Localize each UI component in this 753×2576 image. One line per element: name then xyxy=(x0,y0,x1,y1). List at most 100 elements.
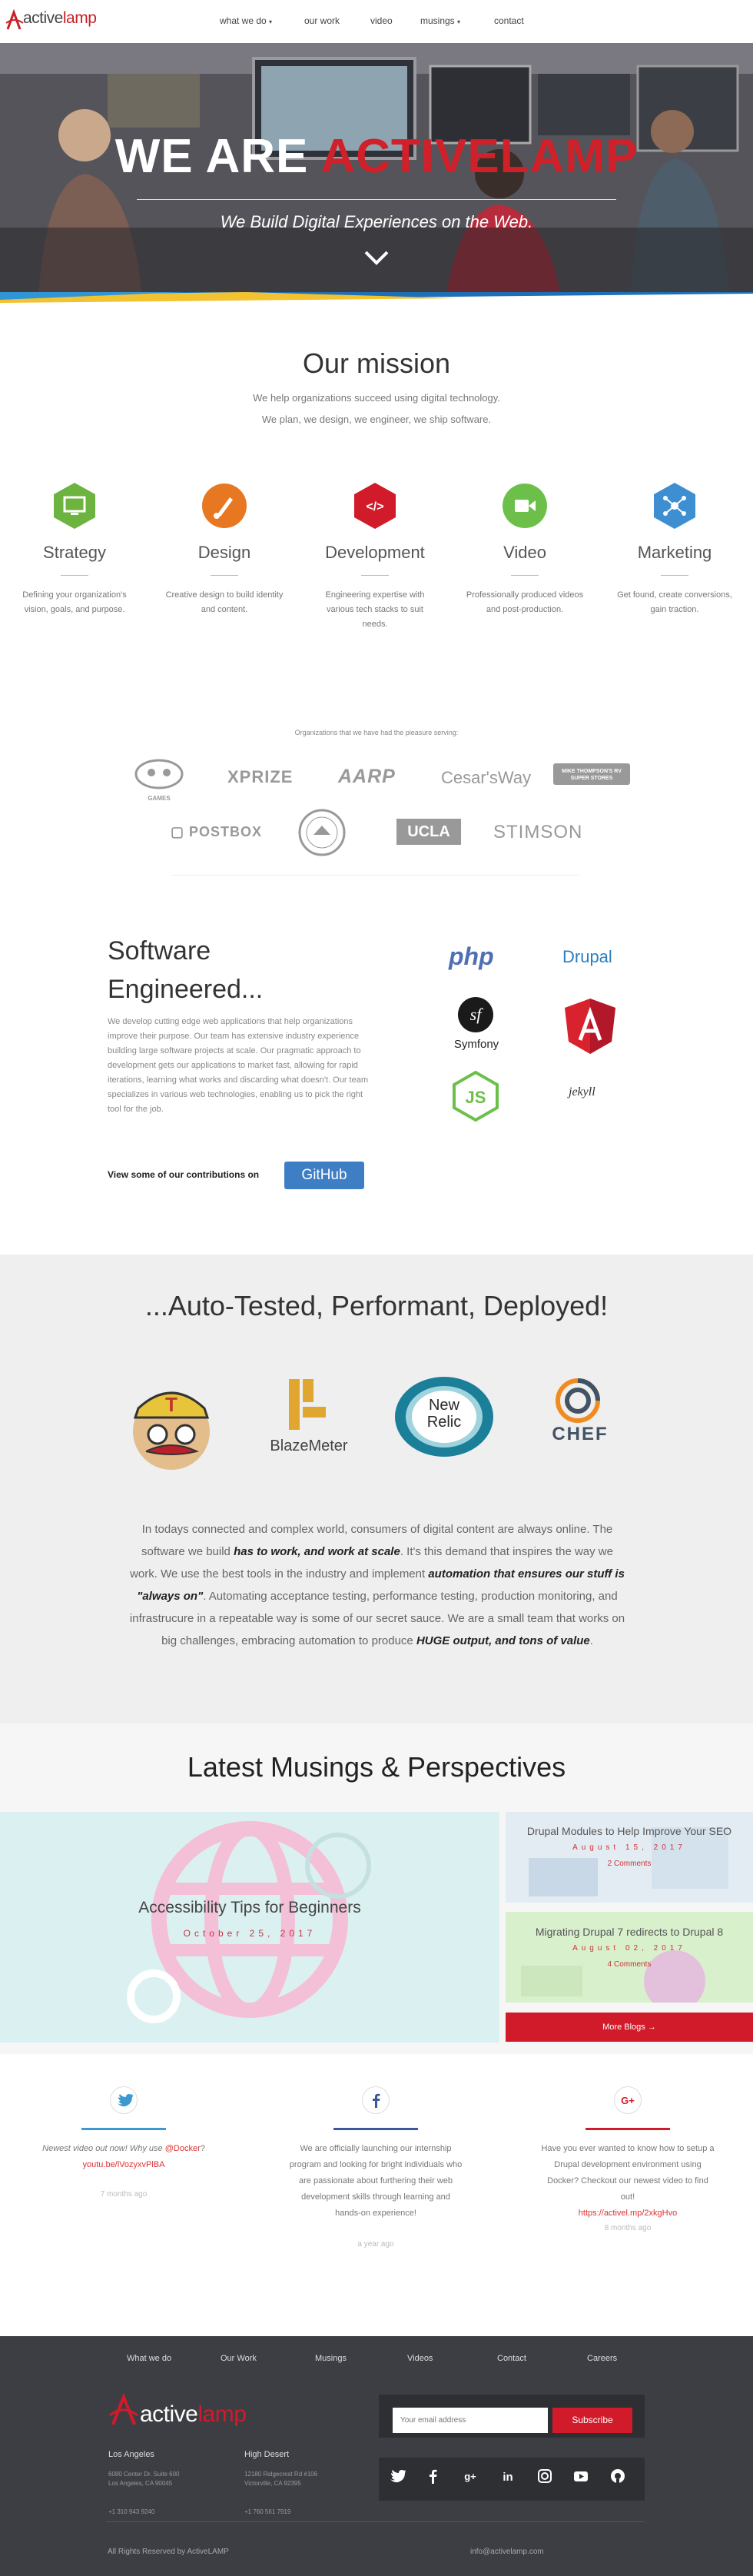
top-navbar: activelamp what we do ▾ our work video m… xyxy=(0,0,753,43)
network-icon xyxy=(654,483,695,529)
hero-title: WE ARE ACTIVELAMP xyxy=(0,129,753,184)
blog-featured-card[interactable] xyxy=(0,1812,499,2043)
google-plus-button[interactable]: G+ xyxy=(614,2086,642,2114)
address-line: 12180 Ridgecrest Rd #106 xyxy=(244,2471,318,2478)
tweet-text-part: ? xyxy=(200,2144,205,2153)
blog-side-comments-2[interactable]: 4 Comments xyxy=(506,1960,753,1969)
nav-what-we-do[interactable]: what we do ▾ xyxy=(220,15,272,26)
facebook-post-time: a year ago xyxy=(357,2240,394,2249)
footer-email-link[interactable]: info@activelamp.com xyxy=(470,2548,544,2556)
blog-side-title-1[interactable]: Drupal Modules to Help Improve Your SEO xyxy=(506,1825,753,1837)
orgs-label: Organizations that we have had the pleas… xyxy=(294,729,459,736)
google-plus-icon: G+ xyxy=(621,2095,635,2106)
automation-section xyxy=(0,1255,753,1723)
service-desc-strategy: Defining your organization's vision, goa… xyxy=(22,590,127,614)
github-icon[interactable] xyxy=(609,2468,626,2485)
facebook-button[interactable] xyxy=(362,2086,390,2114)
client-logo-xprize: XPRIZE xyxy=(227,767,294,786)
blazemeter-logo-icon xyxy=(289,1379,326,1430)
office-phone-los-angeles[interactable]: +1 310 943 9240 xyxy=(108,2508,154,2517)
footer-link-our-work[interactable]: Our Work xyxy=(221,2354,257,2363)
twitter-icon[interactable] xyxy=(389,2468,406,2485)
logo-text-active: active xyxy=(23,9,63,27)
facebook-accent-bar xyxy=(333,2128,418,2130)
divider xyxy=(61,575,88,576)
jekyll-logo: jekyll xyxy=(569,1085,595,1099)
nav-video[interactable]: video xyxy=(370,15,393,26)
divider xyxy=(511,575,539,576)
google-plus-icon[interactable]: g+ xyxy=(462,2468,479,2485)
office-phone-high-desert[interactable]: +1 760 561 7919 xyxy=(244,2508,290,2517)
tweet-text: Newest video out now! Why use @Docker? y… xyxy=(35,2141,212,2173)
new-relic-logo-text: New Relic xyxy=(417,1397,471,1431)
nodejs-logo-icon: JS xyxy=(453,1071,499,1122)
service-desc-development: Engineering expertise with various tech … xyxy=(325,590,425,629)
footer-link-careers[interactable]: Careers xyxy=(587,2354,617,2363)
tweet-url-link[interactable]: youtu.be/lVozyxvPlBA xyxy=(82,2160,164,2169)
github-button[interactable]: GitHub xyxy=(284,1162,364,1189)
drupal-logo: Drupal xyxy=(562,947,612,966)
blog-side-title-2[interactable]: Migrating Drupal 7 redirects to Drupal 8 xyxy=(506,1926,753,1938)
facebook-icon[interactable] xyxy=(425,2468,442,2485)
office-city-los-angeles: Los Angeles xyxy=(108,2450,154,2459)
linkedin-icon[interactable]: in xyxy=(499,2468,516,2485)
google-plus-post: Have you ever wanted to know how to setu… xyxy=(539,2141,716,2222)
automation-description: In todays connected and complex world, c… xyxy=(128,1518,627,1652)
svg-text:G+: G+ xyxy=(621,2095,635,2106)
tweet-mention-link[interactable]: @Docker xyxy=(165,2144,201,2153)
footer-link-what-we-do[interactable]: What we do xyxy=(127,2354,171,2363)
site-logo[interactable]: activelamp xyxy=(23,9,97,28)
hero-divider xyxy=(137,199,616,200)
client-logo-aarp: AARP xyxy=(338,766,396,787)
client-logo-ucla: UCLA xyxy=(396,819,461,845)
client-logo-mike-thompson: MIKE THOMPSON'S RV SUPER STORES xyxy=(553,763,630,785)
footer-link-musings[interactable]: Musings xyxy=(315,2354,347,2363)
client-logo-university-seal xyxy=(298,809,346,856)
hero-subtitle: We Build Digital Experiences on the Web. xyxy=(220,212,533,231)
new-relic-line-1: New xyxy=(428,1397,459,1414)
footer-logo-lamp-icon xyxy=(109,2392,138,2425)
client-logo-cesars-way: Cesar'sWay xyxy=(441,768,532,787)
blog-featured-title[interactable]: Accessibility Tips for Beginners xyxy=(0,1899,499,1917)
service-title-design: Design xyxy=(197,543,251,562)
office-address-high-desert: 12180 Ridgecrest Rd #106 Victorville, CA … xyxy=(244,2470,317,2488)
blog-title: Latest Musings & Perspectives xyxy=(187,1751,566,1783)
svg-text:g+: g+ xyxy=(464,2471,476,2482)
footer-link-videos[interactable]: Videos xyxy=(407,2354,433,2363)
newsletter-email-input[interactable] xyxy=(393,2408,548,2433)
more-blogs-button[interactable]: More Blogs → xyxy=(506,2013,753,2042)
google-plus-post-link[interactable]: https://activel.mp/2xkgHvo xyxy=(579,2209,677,2218)
svg-text:in: in xyxy=(503,2471,513,2484)
tweet-time: 7 months ago xyxy=(100,2190,148,2199)
nav-our-work[interactable]: our work xyxy=(304,15,340,26)
client-logo-games: GAMES xyxy=(132,757,186,802)
logo-text-lamp: lamp xyxy=(62,9,97,27)
blog-side-comments-1[interactable]: 2 Comments xyxy=(506,1860,753,1868)
service-title-video: Video xyxy=(503,543,546,562)
divider xyxy=(361,575,389,576)
angular-logo-icon xyxy=(565,999,615,1054)
google-plus-post-time: 8 months ago xyxy=(604,2224,652,2232)
logo-lamp-icon xyxy=(5,9,24,30)
svg-text:</>: </> xyxy=(366,500,383,514)
video-camera-icon xyxy=(503,484,547,528)
nav-contact[interactable]: contact xyxy=(494,15,524,26)
instagram-icon[interactable] xyxy=(536,2468,553,2485)
youtube-icon[interactable] xyxy=(572,2468,589,2485)
github-label: View some of our contributions on xyxy=(108,1169,260,1180)
paintbrush-icon xyxy=(202,484,247,528)
software-description: We develop cutting edge web applications… xyxy=(108,1017,368,1114)
service-title-strategy: Strategy xyxy=(43,543,106,562)
footer-logo[interactable]: activelamp xyxy=(140,2401,247,2428)
chevron-down-icon: ▾ xyxy=(457,18,461,25)
copyright-text: All Rights Reserved by ActiveLAMP xyxy=(108,2548,229,2556)
footer-link-contact[interactable]: Contact xyxy=(497,2354,526,2363)
chevron-down-icon[interactable] xyxy=(364,249,389,268)
nav-musings[interactable]: musings ▾ xyxy=(420,15,460,26)
blog-featured-date: October 25, 2017 xyxy=(183,1928,317,1939)
symfony-logo-text: Symfony xyxy=(453,1038,499,1051)
twitter-button[interactable] xyxy=(110,2086,138,2114)
blazemeter-logo-text: BlazeMeter xyxy=(270,1438,348,1454)
twitter-icon xyxy=(118,2094,134,2107)
subscribe-button[interactable]: Subscribe xyxy=(552,2408,632,2433)
